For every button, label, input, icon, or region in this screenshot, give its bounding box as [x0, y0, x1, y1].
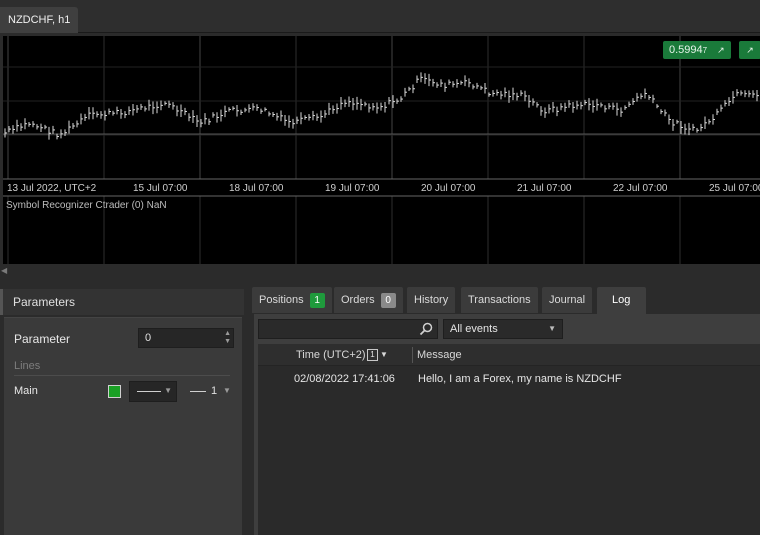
column-time[interactable]: Time (UTC+2): [296, 349, 366, 361]
parameters-title: Parameters: [13, 295, 76, 309]
buy-arrow-icon[interactable]: ↗: [739, 41, 760, 59]
current-price-badge[interactable]: 0.59947 ↗: [663, 41, 731, 59]
tab-positions[interactable]: Positions 1: [252, 287, 332, 313]
chevron-down-icon: ▼: [164, 386, 172, 395]
chart-background: [3, 36, 760, 264]
column-message[interactable]: Message: [417, 349, 462, 361]
time-axis-label: 18 Jul 07:00: [229, 183, 284, 194]
price-chart[interactable]: 13 Jul 2022, UTC+2 15 Jul 07:00 18 Jul 07:…: [0, 33, 760, 265]
parameter-value: 0: [145, 332, 152, 344]
positions-count-badge: 1: [309, 293, 325, 308]
bottom-area: Parameters Parameter 0 ▲ ▼ Lines Main ▼ 1…: [0, 285, 760, 535]
parameters-header: Parameters: [0, 289, 244, 315]
indicator-label: Symbol Recognizer Ctrader (0) NaN: [6, 200, 167, 211]
chart-horizontal-scrollbar[interactable]: ◀: [0, 265, 760, 277]
column-filter-icon[interactable]: 1: [367, 349, 378, 361]
log-panel: All events ▼ Time (UTC+2) 1 ▼ Message 02…: [254, 314, 760, 535]
time-axis-label: 21 Jul 07:00: [517, 183, 572, 194]
trade-tabs: Positions 1 Orders 0 History Transactions …: [250, 287, 760, 315]
sort-desc-icon[interactable]: ▼: [380, 350, 388, 359]
time-axis-label: 20 Jul 07:00: [421, 183, 476, 194]
log-search-input[interactable]: [258, 319, 438, 339]
price-main: 0.5994: [669, 44, 703, 56]
stepper-icon[interactable]: ▲ ▼: [224, 330, 231, 346]
trade-watch-panel: Positions 1 Orders 0 History Transactions …: [250, 285, 760, 535]
line-width-icon: [190, 391, 206, 392]
time-axis-label: 25 Jul 07:00: [709, 183, 760, 194]
solid-line-icon: [137, 391, 161, 392]
parameters-panel: Parameters Parameter 0 ▲ ▼ Lines Main ▼ 1…: [0, 285, 244, 535]
lines-section-label: Lines: [14, 360, 41, 372]
events-filter-select[interactable]: All events ▼: [443, 319, 563, 339]
line-width-value: 1: [211, 385, 218, 397]
chevron-down-icon: ▼: [548, 324, 556, 333]
tab-journal[interactable]: Journal: [542, 287, 593, 313]
log-time-cell: 02/08/2022 17:41:06: [294, 373, 395, 385]
orders-count-badge: 0: [380, 293, 396, 308]
time-axis-label: 22 Jul 07:00: [613, 183, 668, 194]
table-row[interactable]: 02/08/2022 17:41:06 Hello, I am a Forex,…: [258, 370, 760, 388]
chart-tab-nzdchf[interactable]: NZDCHF, h1: [0, 7, 79, 33]
log-table-header: Time (UTC+2) 1 ▼ Message: [258, 344, 760, 366]
lines-divider: [14, 375, 230, 376]
tab-transactions[interactable]: Transactions: [461, 287, 538, 313]
chevron-down-icon: ▼: [223, 386, 231, 395]
parameters-body: Parameter 0 ▲ ▼ Lines Main ▼ 1 ▼: [4, 317, 242, 535]
line-style-select[interactable]: ▼: [129, 381, 177, 402]
tab-orders-label: Orders: [341, 294, 375, 306]
time-axis-label: 15 Jul 07:00: [133, 183, 188, 194]
time-axis-label: 19 Jul 07:00: [325, 183, 380, 194]
tab-history[interactable]: History: [407, 287, 456, 313]
parameter-label: Parameter: [14, 332, 71, 346]
main-line-color-swatch[interactable]: [108, 385, 121, 398]
tab-positions-label: Positions: [259, 294, 304, 306]
price-arrow-icon: ↗: [717, 45, 725, 55]
time-axis-label: 13 Jul 2022, UTC+2: [7, 183, 97, 194]
log-message-cell: Hello, I am a Forex, my name is NZDCHF: [418, 373, 622, 385]
events-filter-value: All events: [450, 323, 498, 335]
scroll-left-icon[interactable]: ◀: [1, 265, 9, 277]
main-line-label: Main: [14, 385, 38, 397]
search-icon: [419, 322, 433, 336]
tab-log[interactable]: Log: [597, 287, 646, 315]
chart-canvas[interactable]: 13 Jul 2022, UTC+2 15 Jul 07:00 18 Jul 07:…: [0, 33, 760, 265]
tab-orders[interactable]: Orders 0: [334, 287, 403, 313]
column-divider[interactable]: [412, 347, 413, 363]
chart-tab-strip: NZDCHF, h1: [0, 0, 760, 33]
line-width-select[interactable]: 1 ▼: [190, 383, 231, 401]
log-table: Time (UTC+2) 1 ▼ Message 02/08/2022 17:4…: [258, 344, 760, 535]
price-pip: 7: [702, 46, 708, 55]
parameter-input[interactable]: 0 ▲ ▼: [138, 328, 234, 348]
